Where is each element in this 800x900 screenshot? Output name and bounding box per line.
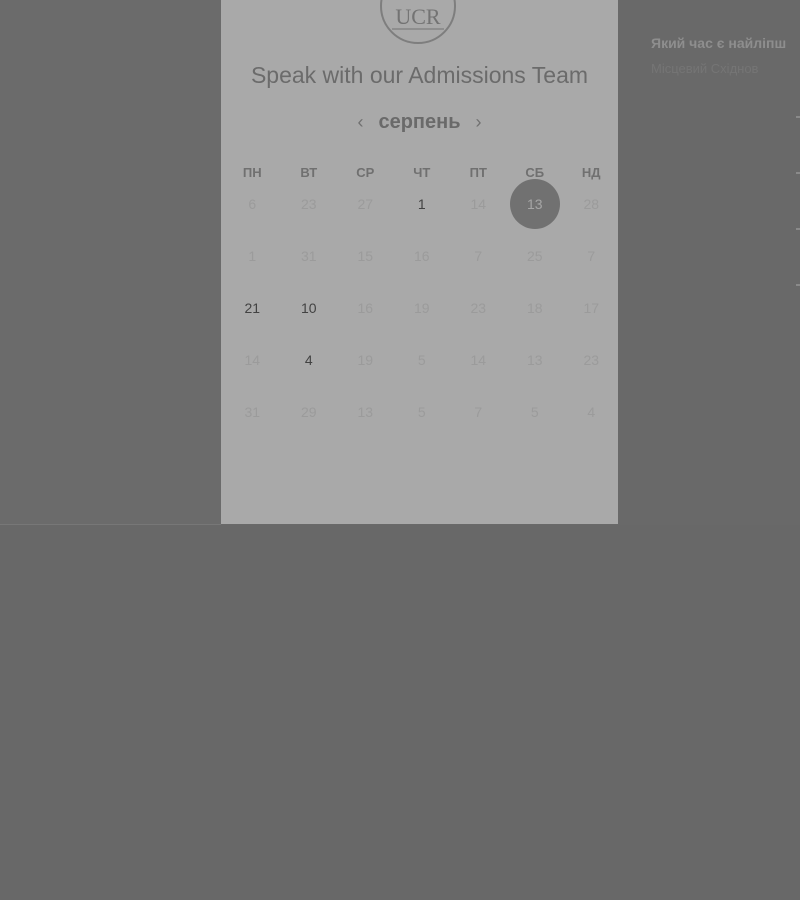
scheduler-page: UCR Speak with our Admissions Team ‹ сер… [0, 0, 800, 900]
day-number: 18 [526, 300, 543, 316]
chevron-left-icon[interactable]: ‹ [348, 112, 372, 133]
time-selection-panel: Який час є найліпш Місцевий Східнов [618, 0, 800, 524]
day-number: 27 [357, 196, 374, 212]
time-slot[interactable] [796, 172, 800, 174]
day-number: 1 [417, 196, 426, 212]
day-number: 1 [248, 248, 257, 264]
calendar-week: 14 4 19 5 14 13 23 [224, 334, 620, 386]
calendar-day: 16 [337, 282, 394, 334]
day-number: 4 [304, 352, 313, 368]
calendar-grid: 6 23 27 1 14 13 28 1 31 15 16 7 25 7 21 10 16 19 23 18 17 14 4… [224, 178, 620, 438]
calendar-day: 6 [224, 178, 281, 230]
calendar-day: 28 [563, 178, 620, 230]
day-number: 17 [583, 300, 600, 316]
calendar-week: 6 23 27 1 14 13 28 [224, 178, 620, 230]
day-number: 7 [587, 248, 596, 264]
ucr-logo: UCR [380, 0, 456, 44]
day-number: 13 [357, 404, 374, 420]
calendar-day: 31 [224, 386, 281, 438]
day-number: 19 [413, 300, 430, 316]
day-number: 16 [413, 248, 430, 264]
day-number: 16 [357, 300, 374, 316]
chevron-right-icon[interactable]: › [467, 112, 491, 133]
month-navigation: ‹ серпень › [221, 108, 618, 136]
day-number: 7 [474, 404, 483, 420]
calendar-day[interactable]: 1 [394, 178, 451, 230]
day-number: 4 [587, 404, 596, 420]
time-slot[interactable] [796, 228, 800, 230]
time-slot[interactable] [796, 116, 800, 118]
calendar-day: 18 [507, 282, 564, 334]
calendar-day: 27 [337, 178, 394, 230]
calendar-day: 4 [563, 386, 620, 438]
calendar-day: 31 [281, 230, 338, 282]
timezone-note: Місцевий Східнов [651, 61, 759, 76]
calendar-day: 7 [563, 230, 620, 282]
day-number: 15 [357, 248, 374, 264]
calendar-week: 31 29 13 5 7 5 4 [224, 386, 620, 438]
calendar-day: 13 [337, 386, 394, 438]
day-number: 23 [583, 352, 600, 368]
day-number: 14 [470, 352, 487, 368]
month-label: серпень [378, 110, 461, 133]
day-number: 5 [417, 404, 426, 420]
logo-text: UCR [395, 4, 441, 29]
day-number: 21 [244, 300, 261, 316]
calendar-day: 5 [394, 334, 451, 386]
calendar-day: 15 [337, 230, 394, 282]
day-number: 10 [300, 300, 317, 316]
day-number: 19 [357, 352, 374, 368]
calendar-day: 7 [450, 230, 507, 282]
day-number: 23 [300, 196, 317, 212]
calendar-day: 19 [337, 334, 394, 386]
calendar-day: 23 [281, 178, 338, 230]
time-question: Який час є найліпш [651, 35, 787, 51]
calendar-day: 5 [394, 386, 451, 438]
calendar-day: 19 [394, 282, 451, 334]
calendar-day[interactable]: 21 [224, 282, 281, 334]
calendar-day: 16 [394, 230, 451, 282]
calendar-day[interactable]: 4 [281, 334, 338, 386]
calendar-day: 1 [224, 230, 281, 282]
selected-day[interactable]: 13 [507, 178, 564, 230]
booking-card: UCR Speak with our Admissions Team ‹ сер… [221, 0, 618, 524]
calendar-day: 7 [450, 386, 507, 438]
day-number: 6 [248, 196, 257, 212]
day-number: 7 [474, 248, 483, 264]
day-number: 13 [526, 352, 543, 368]
calendar-day: 23 [450, 282, 507, 334]
calendar-day: 17 [563, 282, 620, 334]
calendar-week: 1 31 15 16 7 25 7 [224, 230, 620, 282]
day-number: 14 [470, 196, 487, 212]
calendar-week: 21 10 16 19 23 18 17 [224, 282, 620, 334]
day-number: 31 [244, 404, 261, 420]
day-number: 29 [300, 404, 317, 420]
day-number: 25 [526, 248, 543, 264]
calendar-day: 5 [507, 386, 564, 438]
page-title: Speak with our Admissions Team [250, 62, 589, 88]
day-number: 5 [417, 352, 426, 368]
calendar-day: 25 [507, 230, 564, 282]
calendar-day: 23 [563, 334, 620, 386]
day-number: 13 [526, 196, 543, 212]
calendar-day: 29 [281, 386, 338, 438]
day-number: 28 [583, 196, 600, 212]
left-background [0, 0, 221, 525]
calendar-day: 14 [450, 334, 507, 386]
calendar-day: 14 [450, 178, 507, 230]
day-number: 14 [244, 352, 261, 368]
calendar-day: 14 [224, 334, 281, 386]
calendar-day: 13 [507, 334, 564, 386]
day-number: 31 [300, 248, 317, 264]
logo-underline [392, 28, 444, 30]
modal-overlay [0, 525, 800, 900]
calendar-day[interactable]: 10 [281, 282, 338, 334]
day-number: 5 [530, 404, 539, 420]
day-number: 23 [470, 300, 487, 316]
time-slot[interactable] [796, 284, 800, 286]
